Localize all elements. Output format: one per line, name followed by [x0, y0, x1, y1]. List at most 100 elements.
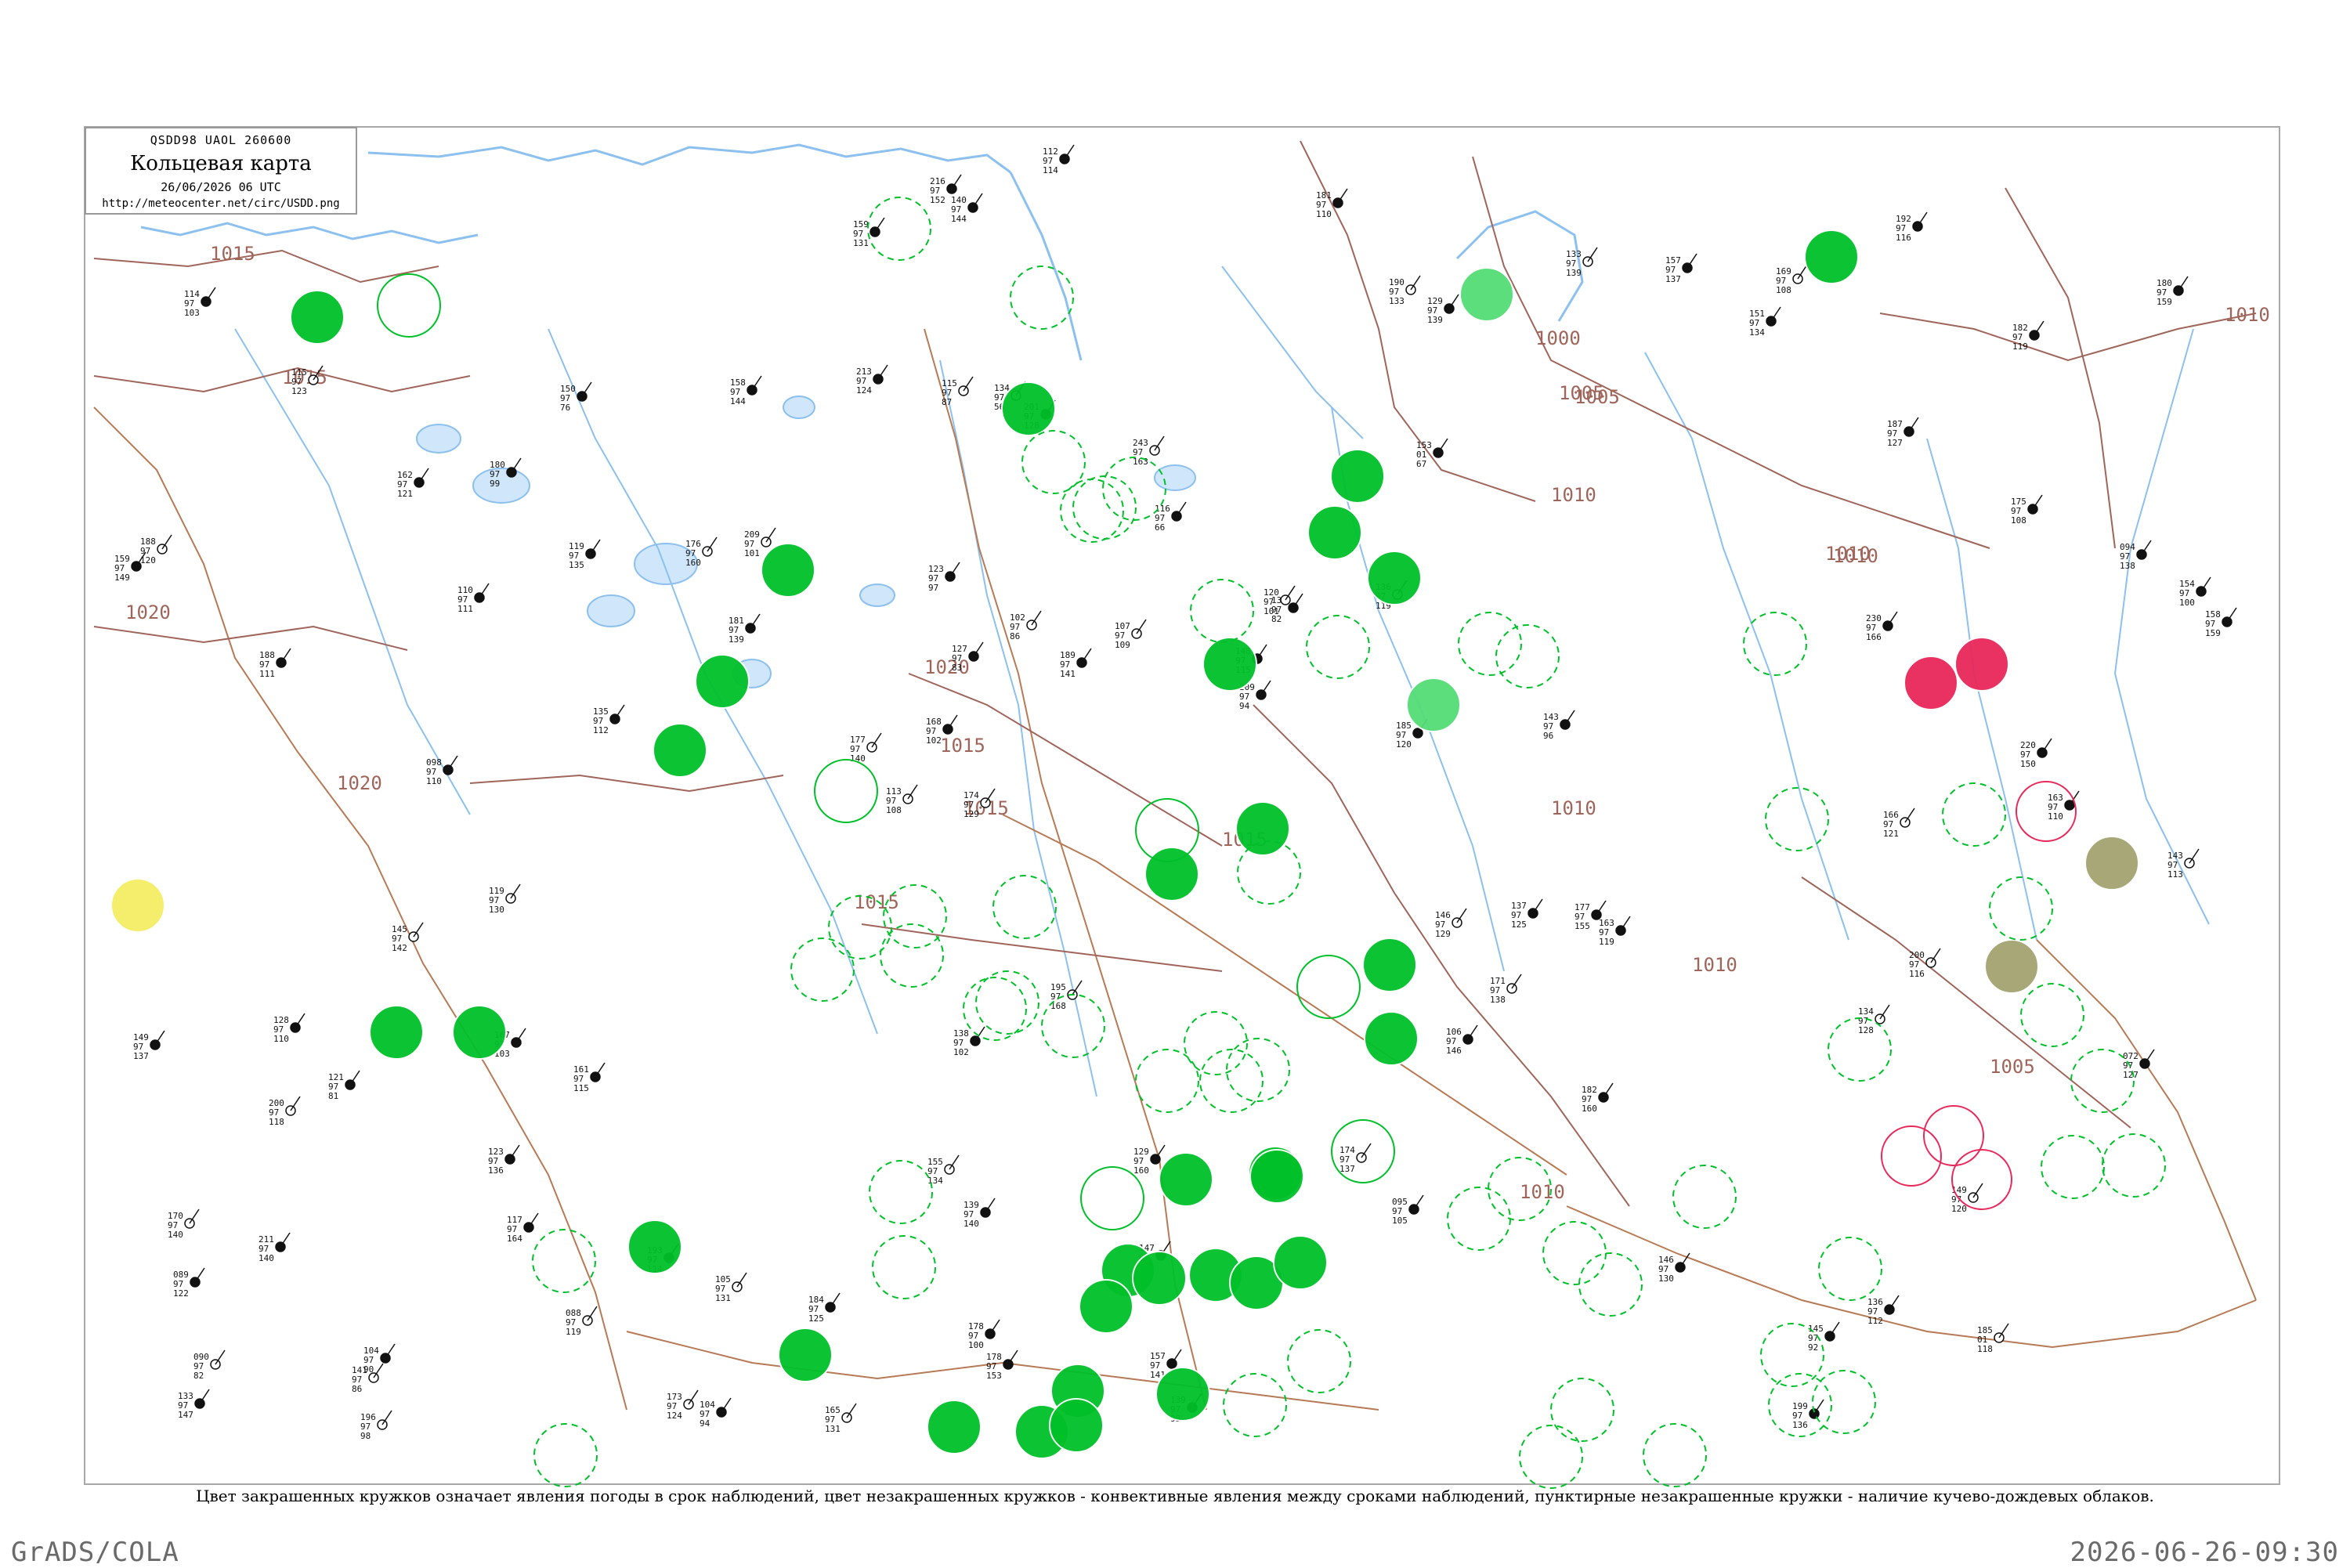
station-pressure: 115 — [573, 1083, 589, 1093]
station-pressure: 67 — [1416, 459, 1426, 469]
station-pressure: 138 — [2120, 561, 2135, 571]
station-pressure: 141 — [1060, 669, 1076, 679]
station-pressure: 113 — [2167, 869, 2183, 880]
filled-weather-circle — [1249, 1149, 1304, 1204]
filled-weather-circle — [452, 1005, 507, 1060]
lake — [416, 424, 461, 453]
station-pressure: 82 — [193, 1371, 204, 1381]
station-pressure: 136 — [488, 1165, 504, 1176]
filled-weather-circle — [1984, 939, 2039, 994]
isobar-label: 1000 — [1535, 327, 1581, 349]
title-box: QSDD98 UAOL 260600 Кольцевая карта 26/06… — [85, 127, 357, 215]
station-pressure: 112 — [593, 725, 609, 735]
isobar-label: 1015 — [940, 735, 985, 757]
lake — [859, 583, 895, 607]
station-pressure: 112 — [1867, 1316, 1883, 1326]
filled-weather-circle — [2084, 836, 2139, 891]
station-pressure: 102 — [926, 735, 942, 746]
filled-weather-circle — [1904, 656, 1958, 710]
station-pressure: 131 — [715, 1293, 731, 1303]
station-pressure: 127 — [1887, 438, 1903, 448]
isobar-label: 1010 — [1551, 484, 1596, 506]
station-pressure: 103 — [184, 308, 200, 318]
footer-software: GrADS/COLA — [11, 1537, 179, 1568]
station-pressure: 149 — [114, 573, 130, 583]
station-pressure: 96 — [1543, 731, 1553, 741]
station-pressure: 110 — [426, 776, 442, 786]
filled-weather-circle — [1132, 1251, 1187, 1306]
filled-weather-circle — [290, 290, 345, 345]
station-pressure: 155 — [1574, 921, 1590, 931]
filled-weather-circle — [1362, 938, 1417, 992]
station-pressure: 81 — [328, 1091, 338, 1101]
station-pressure: 105 — [1392, 1216, 1408, 1226]
isobar-label: 1010 — [1833, 545, 1878, 567]
station-pressure: 100 — [2179, 598, 2195, 608]
station-pressure: 118 — [269, 1117, 284, 1127]
station-pressure: 160 — [1133, 1165, 1149, 1176]
isobar-label: 1010 — [1551, 797, 1596, 819]
station-pressure: 119 — [1599, 937, 1614, 947]
station-pressure: 124 — [856, 385, 872, 396]
source-url: http://meteocenter.net/circ/USDD.png — [102, 197, 340, 210]
filled-weather-circle — [1804, 229, 1859, 284]
station-pressure: 166 — [1866, 632, 1882, 642]
filled-weather-circle — [1367, 551, 1422, 605]
station-pressure: 129 — [1435, 929, 1451, 939]
filled-weather-circle — [1273, 1235, 1328, 1290]
station-pressure: 133 — [1389, 296, 1405, 306]
station-pressure: 150 — [2020, 759, 2036, 769]
filled-weather-circle — [1144, 847, 1199, 901]
filled-weather-circle — [369, 1005, 424, 1060]
station-pressure: 124 — [667, 1411, 682, 1421]
station-pressure: 146 — [1446, 1046, 1462, 1056]
station-pressure: 86 — [352, 1384, 362, 1394]
filled-weather-circle — [1330, 449, 1385, 504]
station-pressure: 108 — [1776, 285, 1791, 295]
map-date: 26/06/2026 06 UTC — [161, 180, 281, 194]
station-pressure: 123 — [291, 386, 307, 396]
filled-weather-circle — [927, 1400, 982, 1454]
filled-weather-circle — [761, 543, 815, 598]
station-pressure: 130 — [489, 905, 504, 915]
station-pressure: 137 — [1665, 274, 1681, 284]
station-pressure: 110 — [273, 1034, 289, 1044]
station-pressure: 102 — [953, 1047, 969, 1057]
station-pressure: 135 — [569, 560, 584, 570]
station-pressure: 152 — [930, 195, 945, 205]
station-pressure: 94 — [1239, 701, 1250, 711]
station-pressure: 134 — [1749, 327, 1765, 338]
station-pressure: 121 — [1883, 829, 1899, 839]
filled-weather-circle — [627, 1219, 682, 1274]
station-pressure: 130 — [1658, 1274, 1674, 1284]
filled-weather-circle — [1079, 1279, 1133, 1334]
station-pressure: 118 — [1977, 1344, 1993, 1354]
filled-weather-circle — [695, 654, 750, 709]
station-pressure: 109 — [1115, 640, 1130, 650]
filled-weather-circle — [1235, 801, 1290, 856]
station-pressure: 120 — [1396, 739, 1412, 750]
station-pressure: 127 — [2123, 1070, 2138, 1080]
isobar-label: 1010 — [1520, 1181, 1565, 1203]
station-pressure: 100 — [968, 1340, 984, 1350]
station-pressure: 140 — [168, 1230, 183, 1240]
filled-weather-circle — [1406, 677, 1461, 732]
station-pressure: 110 — [2048, 811, 2063, 822]
station-pressure: 164 — [507, 1234, 522, 1244]
station-pressure: 137 — [1340, 1164, 1355, 1174]
station-pressure: 98 — [360, 1431, 371, 1441]
station-pressure: 160 — [1582, 1104, 1597, 1114]
filled-weather-circle — [1307, 505, 1362, 560]
station-pressure: 129 — [964, 809, 979, 819]
station-pressure: 108 — [886, 805, 902, 815]
station-pressure: 136 — [1792, 1420, 1808, 1430]
station-pressure: 108 — [2011, 515, 2026, 526]
station-pressure: 76 — [560, 403, 570, 413]
station-pressure: 114 — [1043, 165, 1058, 175]
station-pressure: 122 — [173, 1288, 189, 1299]
filled-weather-circle — [1202, 637, 1257, 692]
station-pressure: 111 — [259, 669, 275, 679]
station-pressure: 139 — [1427, 315, 1443, 325]
filled-weather-circle — [1954, 637, 2009, 692]
isobar-label: 1020 — [125, 602, 171, 623]
